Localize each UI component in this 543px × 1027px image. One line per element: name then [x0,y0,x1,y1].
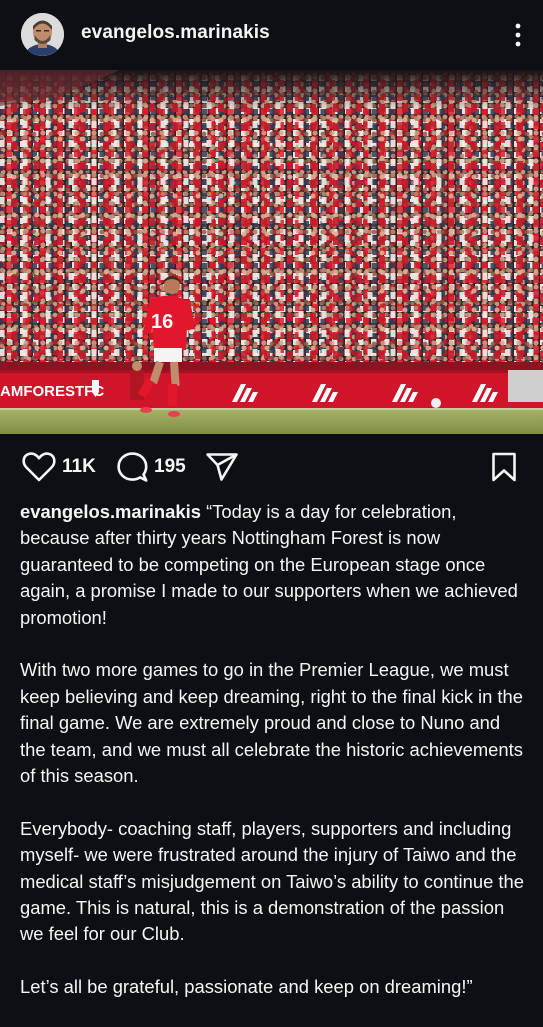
more-vertical-icon[interactable] [513,22,523,48]
post-username[interactable]: evangelos.marinakis [81,22,270,44]
caption-username[interactable]: evangelos.marinakis [20,501,201,522]
caption-paragraph: With two more games to go in the Premier… [20,659,523,787]
send-icon [206,453,238,481]
post-actions: 11K 195 [0,434,543,498]
caption-paragraph: evangelos.marinakis “Today is a day for … [20,499,525,631]
board-text: AMFORESTFC [0,383,104,400]
comment-button[interactable]: 195 [116,452,186,482]
heart-icon [22,452,56,482]
share-button[interactable] [205,452,239,482]
stadium-crowd-image: AMFORESTFC 16 [0,70,543,434]
bookmark-icon [492,452,516,482]
avatar[interactable] [21,13,64,56]
comment-count[interactable]: 195 [154,456,186,478]
caption-paragraph: Everybody- coaching staff, players, supp… [20,817,524,945]
like-count[interactable]: 11K [62,456,96,478]
caption-paragraph: Let’s all be grateful, passionate and ke… [20,976,473,998]
post-photo[interactable]: AMFORESTFC 16 [0,70,543,434]
post-caption: evangelos.marinakis “Today is a day for … [20,499,525,1027]
comment-icon [117,452,148,482]
like-button[interactable]: 11K [22,452,96,482]
player-number: 16 [151,311,173,333]
post-header: evangelos.marinakis [0,0,543,70]
save-button[interactable] [491,452,517,482]
avatar-portrait-image [21,13,64,56]
